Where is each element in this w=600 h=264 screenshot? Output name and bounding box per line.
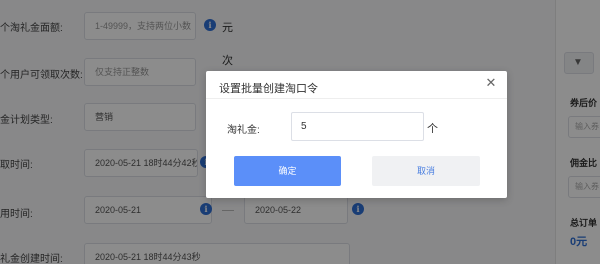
cancel-button[interactable]: 取消 xyxy=(372,156,480,186)
confirm-button[interactable]: 确定 xyxy=(234,156,341,186)
dialog-divider xyxy=(206,98,507,99)
dialog-title: 设置批量创建淘口令 xyxy=(219,83,318,95)
coupon-count-input[interactable] xyxy=(291,112,424,141)
coupon-count-label: 淘礼金: xyxy=(227,125,260,136)
coupon-count-unit: 个 xyxy=(427,123,438,135)
batch-create-dialog: 设置批量创建淘口令 ✕ 淘礼金: 个 确定 取消 xyxy=(206,71,507,198)
close-icon[interactable]: ✕ xyxy=(483,75,499,91)
